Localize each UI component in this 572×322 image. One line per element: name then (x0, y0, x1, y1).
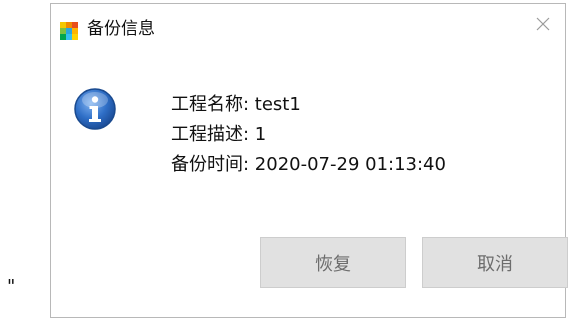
stray-quote-mark: " (7, 276, 16, 297)
project-description-line: 工程描述: 1 (171, 124, 267, 145)
close-icon (535, 16, 551, 36)
app-tiles-icon (60, 22, 78, 40)
backup-time-line: 备份时间: 2020-07-29 01:13:40 (171, 154, 446, 175)
restore-button[interactable]: 恢复 (260, 237, 406, 288)
title-bar[interactable]: 备份信息 (51, 4, 565, 56)
close-button[interactable] (521, 4, 565, 48)
backup-info-dialog: 备份信息 工程名称: test1 工程描述: 1 备份时间: 2020-07-2… (50, 3, 568, 318)
dialog-title: 备份信息 (87, 19, 155, 39)
cancel-button[interactable]: 取消 (422, 237, 568, 288)
backup-details: 工程名称: test1 工程描述: 1 备份时间: 2020-07-29 01:… (171, 90, 446, 180)
info-icon (73, 87, 117, 131)
project-name-line: 工程名称: test1 (171, 94, 301, 115)
